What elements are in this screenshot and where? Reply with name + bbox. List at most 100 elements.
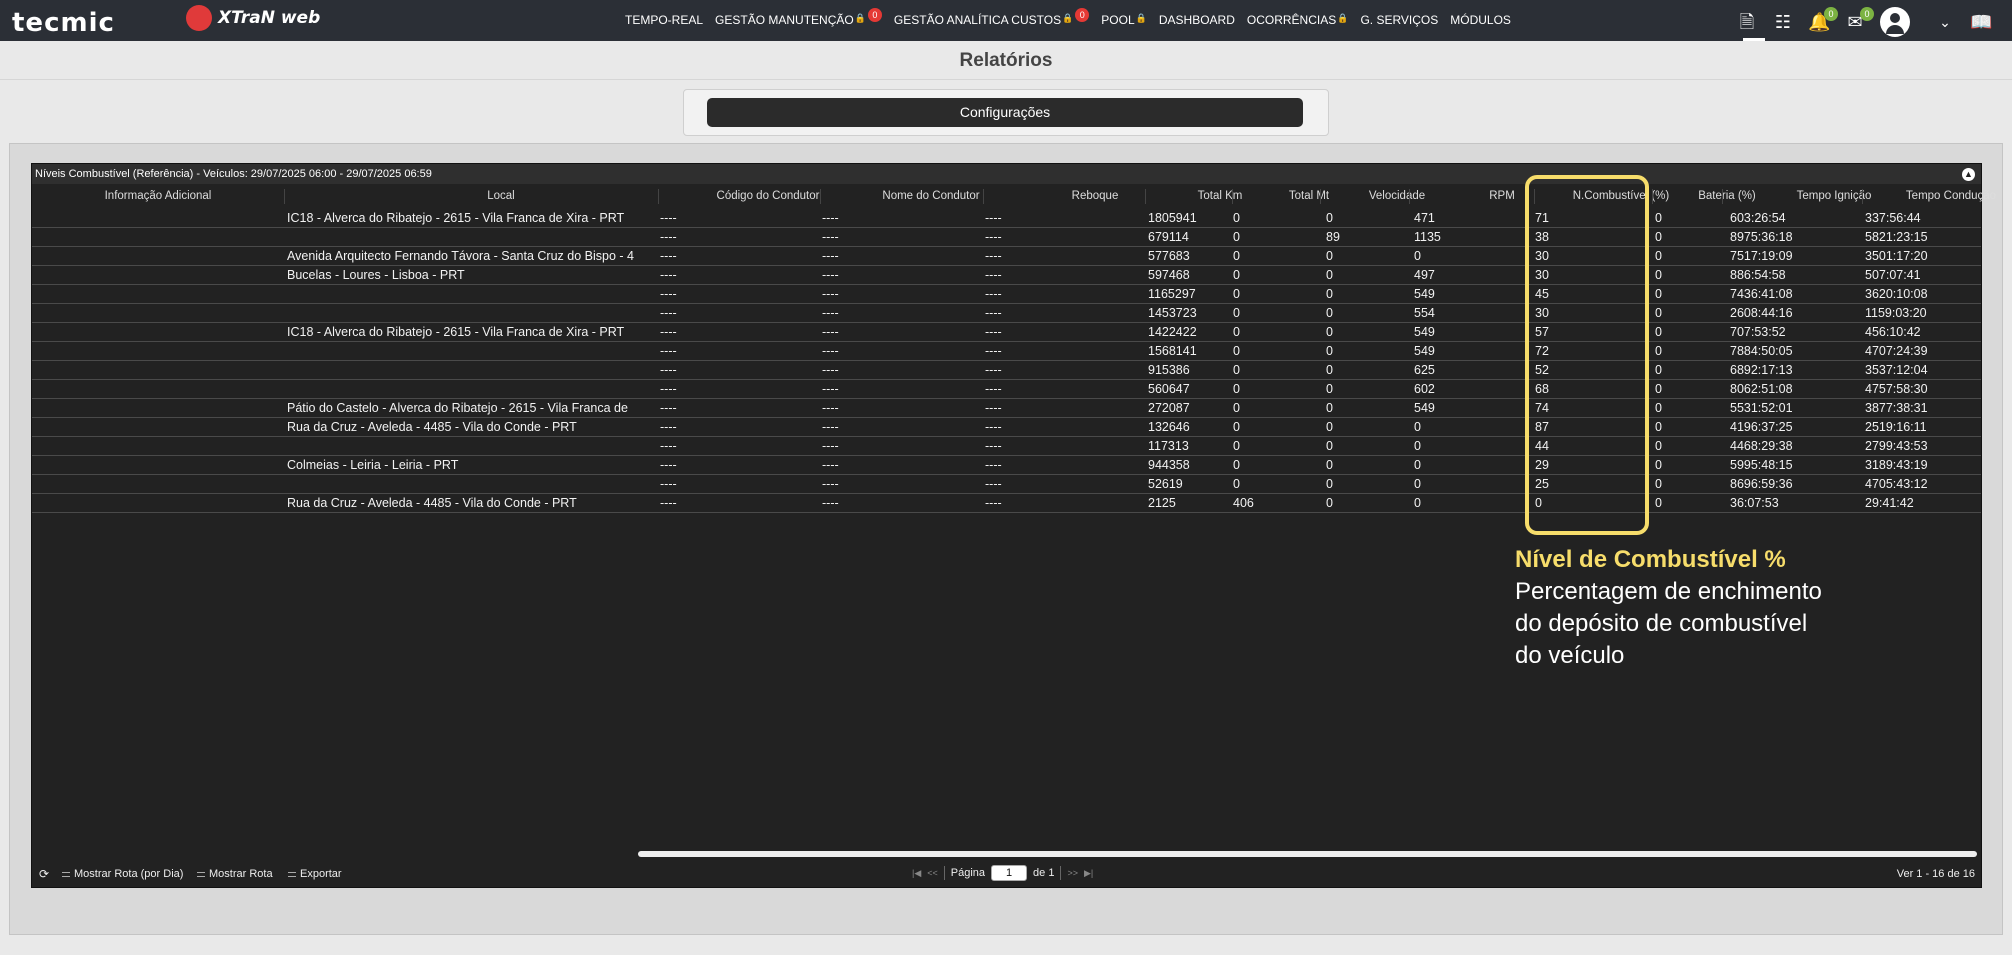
cell-info-adicional bbox=[36, 456, 283, 475]
cell-info-adicional bbox=[36, 342, 283, 361]
cell-tempo-conducao: 3877:38:31 bbox=[1865, 401, 1928, 415]
grid-footer: ⟳ Mostrar Rota (por Dia) Mostrar Rota Ex… bbox=[32, 863, 1981, 885]
nav-item-tempo-real[interactable]: TEMPO-REAL bbox=[625, 13, 705, 28]
cell-velocidade: 0 bbox=[1326, 325, 1333, 339]
cell-reboque: ---- bbox=[985, 477, 1002, 491]
cell-velocidade: 0 bbox=[1326, 439, 1333, 453]
column-separator[interactable] bbox=[983, 189, 984, 204]
table-row[interactable]: IC18 - Alverca do Ribatejo - 2615 - Vila… bbox=[32, 323, 1981, 342]
chevron-down-icon[interactable]: ⌄ bbox=[1934, 11, 1956, 33]
refresh-icon[interactable]: ⟳ bbox=[39, 867, 49, 881]
show-route-button[interactable]: Mostrar Rota bbox=[197, 868, 273, 880]
table-row[interactable]: Bucelas - Loures - Lisboa - PRT ---- ---- -… bbox=[32, 266, 1981, 285]
document-icon[interactable]: 🗎 bbox=[1736, 11, 1758, 33]
cell-reboque: ---- bbox=[985, 439, 1002, 453]
first-page-icon[interactable]: |◀ bbox=[912, 868, 921, 879]
prev-page-icon[interactable]: << bbox=[927, 868, 938, 878]
cell-total-km: 52619 bbox=[1148, 477, 1183, 491]
cell-tempo-ignicao: 886:54:58 bbox=[1730, 268, 1786, 282]
table-row[interactable]: ---- ---- ---- 1453723 0 0 554 30 0 2608:44:16 115… bbox=[32, 304, 1981, 323]
cell-tempo-ignicao: 7517:19:09 bbox=[1730, 249, 1793, 263]
column-separator[interactable] bbox=[658, 189, 659, 204]
table-row[interactable]: ---- ---- ---- 117313 0 0 0 44 0 4468:29:38 2799:4… bbox=[32, 437, 1981, 456]
column-header-info-adicional[interactable]: Informação Adicional bbox=[58, 186, 258, 206]
column-separator[interactable] bbox=[1722, 189, 1723, 204]
column-separator[interactable] bbox=[1652, 189, 1653, 204]
nav-item-dashboard[interactable]: DASHBOARD bbox=[1159, 13, 1237, 28]
table-row[interactable]: Colmeias - Leiria - Leiria - PRT ---- ----… bbox=[32, 456, 1981, 475]
sliders-icon[interactable]: ☷ bbox=[1772, 11, 1794, 33]
xtran-web-logo[interactable]: XTraN web bbox=[186, 5, 320, 31]
nav-item-label: TEMPO-REAL bbox=[625, 13, 704, 27]
configuracoes-button[interactable]: Configurações bbox=[707, 98, 1303, 127]
last-page-icon[interactable]: ▶| bbox=[1084, 868, 1093, 879]
column-header-tempo-conducao[interactable]: Tempo Condução bbox=[1851, 186, 2012, 206]
nav-item-gest-o-anal-tica-custos[interactable]: GESTÃO ANALÍTICA CUSTOS🔒 0 bbox=[894, 8, 1091, 28]
nav-item-m-dulos[interactable]: MÓDULOS bbox=[1450, 13, 1513, 28]
table-row[interactable]: ---- ---- ---- 915386 0 0 625 52 0 6892:17:13 3537… bbox=[32, 361, 1981, 380]
show-route-per-day-button[interactable]: Mostrar Rota (por Dia) bbox=[62, 868, 183, 880]
cell-rpm: 0 bbox=[1414, 458, 1421, 472]
export-button[interactable]: Exportar bbox=[288, 868, 342, 880]
cell-tempo-conducao: 1159:03:20 bbox=[1865, 306, 1927, 320]
cell-rpm: 1135 bbox=[1414, 230, 1441, 244]
cell-codigo-condutor: ---- bbox=[660, 268, 677, 282]
table-row[interactable]: Rua da Cruz - Aveleda - 4485 - Vila do C… bbox=[32, 418, 1981, 437]
cell-rpm: 554 bbox=[1414, 306, 1435, 320]
collapse-up-icon[interactable]: ▲ bbox=[1962, 168, 1975, 181]
bell-icon[interactable]: 🔔 0 bbox=[1808, 7, 1838, 33]
column-separator[interactable] bbox=[284, 189, 285, 204]
horizontal-scrollbar[interactable] bbox=[638, 851, 1977, 857]
cell-tempo-conducao: 3537:12:04 bbox=[1865, 363, 1928, 377]
column-separator[interactable] bbox=[1232, 189, 1233, 204]
column-header-local[interactable]: Local bbox=[401, 186, 601, 206]
cell-info-adicional bbox=[36, 304, 283, 323]
cell-velocidade: 0 bbox=[1326, 477, 1333, 491]
table-row[interactable]: IC18 - Alverca do Ribatejo - 2615 - Vila… bbox=[32, 209, 1981, 228]
nav-item-g-servi-os[interactable]: G. SERVIÇOS bbox=[1360, 13, 1440, 28]
cell-total-mt: 0 bbox=[1233, 401, 1240, 415]
table-row[interactable]: Avenida Arquitecto Fernando Távora - San… bbox=[32, 247, 1981, 266]
table-row[interactable]: ---- ---- ---- 1165297 0 0 549 45 0 7436:41:08 362… bbox=[32, 285, 1981, 304]
table-row[interactable]: Rua da Cruz - Aveleda - 4485 - Vila do C… bbox=[32, 494, 1981, 513]
export-icon bbox=[288, 871, 296, 877]
table-row[interactable]: ---- ---- ---- 679114 0 89 1135 38 0 8975:36:18 58… bbox=[32, 228, 1981, 247]
active-icon-indicator bbox=[1743, 38, 1765, 41]
column-separator[interactable] bbox=[1320, 189, 1321, 204]
cell-info-adicional bbox=[36, 266, 283, 285]
column-separator[interactable] bbox=[1145, 189, 1146, 204]
next-page-icon[interactable]: >> bbox=[1067, 868, 1078, 878]
column-separator[interactable] bbox=[820, 189, 821, 204]
nav-item-ocorr-ncias[interactable]: OCORRÊNCIAS🔒 bbox=[1247, 13, 1351, 28]
cell-local bbox=[287, 285, 656, 304]
user-avatar-icon[interactable] bbox=[1880, 7, 1910, 37]
table-row[interactable]: ---- ---- ---- 52619 0 0 0 25 0 8696:59:36 4705:43… bbox=[32, 475, 1981, 494]
cell-bateria: 0 bbox=[1655, 401, 1662, 415]
cell-local bbox=[287, 361, 656, 380]
column-separator[interactable] bbox=[1862, 189, 1863, 204]
table-row[interactable]: ---- ---- ---- 560647 0 0 602 68 0 8062:51:08 4757… bbox=[32, 380, 1981, 399]
cell-rpm: 549 bbox=[1414, 344, 1435, 358]
cell-bateria: 0 bbox=[1655, 211, 1662, 225]
nav-item-pool[interactable]: POOL🔒 bbox=[1101, 13, 1149, 28]
cell-bateria: 0 bbox=[1655, 268, 1662, 282]
page-number-input[interactable] bbox=[991, 865, 1028, 881]
nav-item-gest-o-manuten-o[interactable]: GESTÃO MANUTENÇÃO🔒 0 bbox=[715, 8, 884, 28]
cell-total-mt: 0 bbox=[1233, 287, 1240, 301]
cell-rpm: 549 bbox=[1414, 287, 1435, 301]
table-row[interactable]: ---- ---- ---- 1568141 0 0 549 72 0 7884:50:05 470… bbox=[32, 342, 1981, 361]
cell-bateria: 0 bbox=[1655, 249, 1662, 263]
cell-tempo-ignicao: 4468:29:38 bbox=[1730, 439, 1793, 453]
cell-reboque: ---- bbox=[985, 306, 1002, 320]
mail-icon[interactable]: ✉ 0 bbox=[1844, 7, 1874, 33]
cell-codigo-condutor: ---- bbox=[660, 325, 677, 339]
pager-separator bbox=[1060, 866, 1062, 880]
book-icon[interactable]: 📖 bbox=[1970, 11, 1992, 33]
cell-codigo-condutor: ---- bbox=[660, 420, 677, 434]
table-row[interactable]: Pátio do Castelo - Alverca do Ribatejo -… bbox=[32, 399, 1981, 418]
tecmic-logo[interactable]: tecmic bbox=[12, 8, 115, 38]
cell-velocidade: 0 bbox=[1326, 496, 1333, 510]
cell-total-mt: 0 bbox=[1233, 458, 1240, 472]
grid-body: IC18 - Alverca do Ribatejo - 2615 - Vila… bbox=[32, 209, 1981, 513]
column-separator[interactable] bbox=[1409, 189, 1410, 204]
